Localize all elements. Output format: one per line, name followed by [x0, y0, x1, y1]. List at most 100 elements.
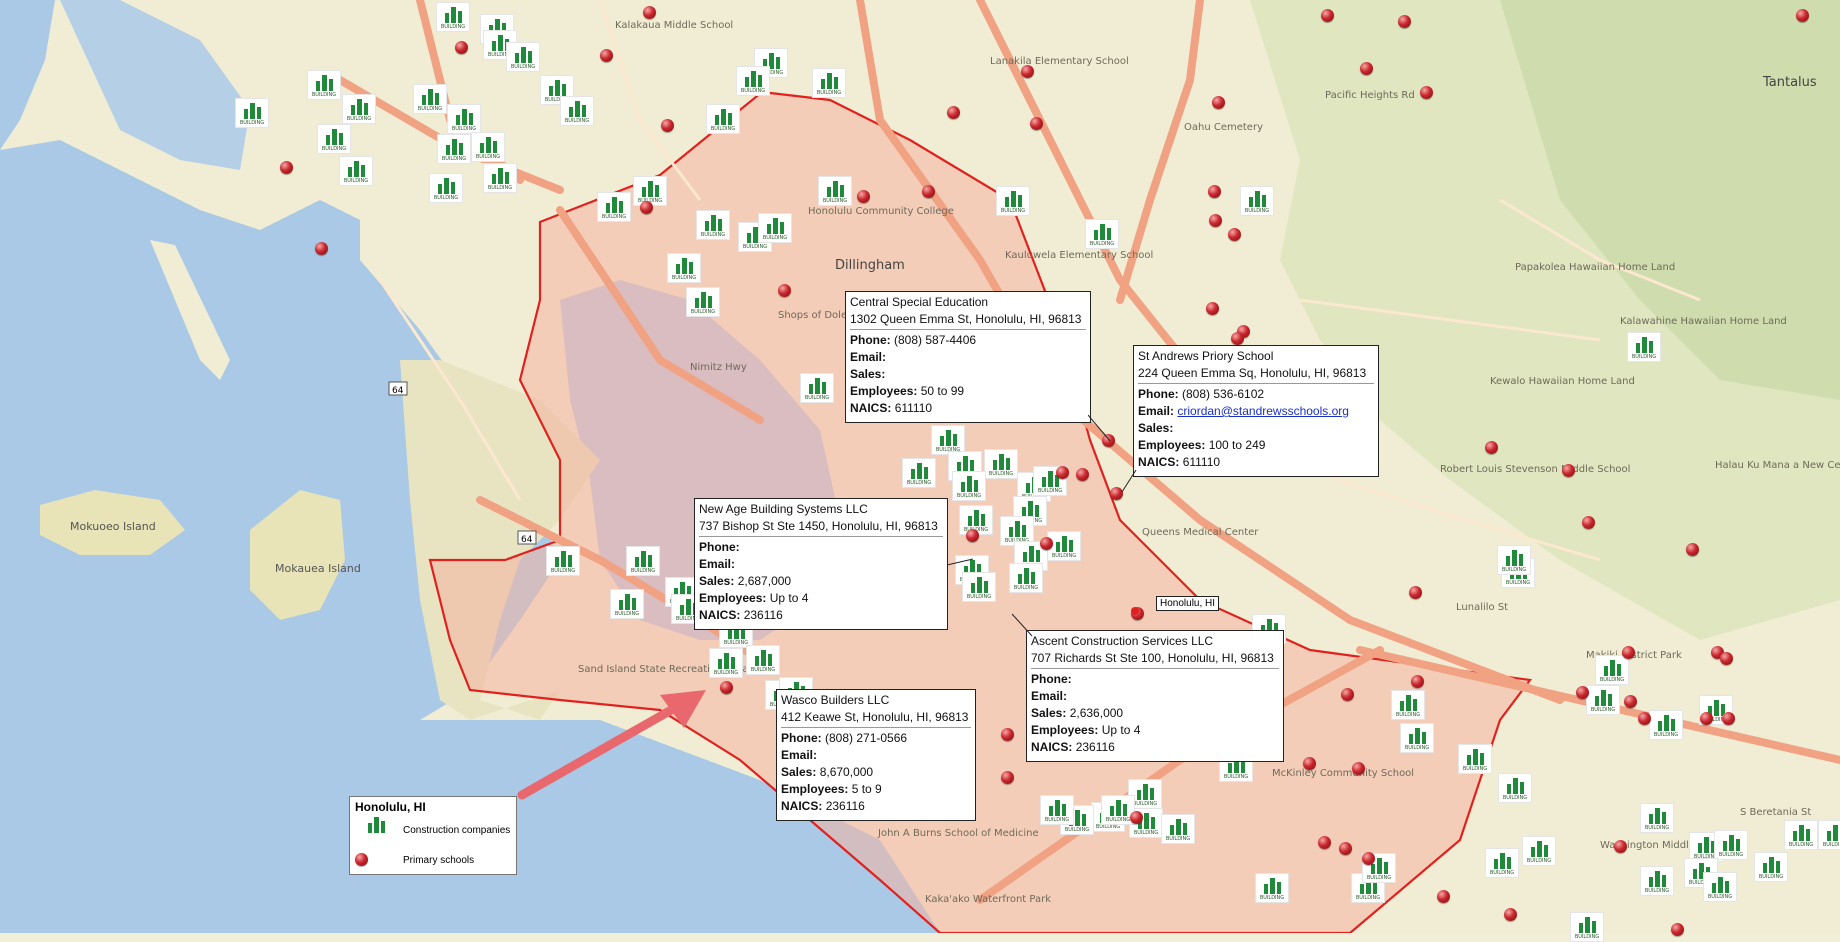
school-pin-icon[interactable]	[1437, 890, 1450, 903]
building-icon[interactable]: BUILDING	[1818, 820, 1840, 850]
building-icon[interactable]: BUILDING	[952, 471, 986, 501]
school-pin-icon[interactable]	[1409, 586, 1422, 599]
school-pin-icon[interactable]	[1231, 332, 1244, 345]
school-pin-icon[interactable]	[1411, 675, 1424, 688]
building-icon[interactable]: BUILDING	[1009, 563, 1043, 593]
school-pin-icon[interactable]	[643, 6, 656, 19]
building-icon[interactable]: BUILDING	[1784, 820, 1818, 850]
school-pin-icon[interactable]	[1339, 842, 1352, 855]
building-icon[interactable]: BUILDING	[339, 156, 373, 186]
school-pin-icon[interactable]	[1001, 771, 1014, 784]
building-icon[interactable]: BUILDING	[1714, 830, 1748, 860]
building-icon[interactable]: BUILDING	[1458, 744, 1492, 774]
building-icon[interactable]: BUILDING	[667, 253, 701, 283]
school-pin-icon[interactable]	[1796, 9, 1809, 22]
building-icon[interactable]: BUILDING	[1485, 848, 1519, 878]
school-pin-icon[interactable]	[1130, 811, 1143, 824]
building-icon[interactable]: BUILDING	[1640, 803, 1674, 833]
callout-st-andrews-priory[interactable]: St Andrews Priory School 224 Queen Emma …	[1133, 345, 1379, 477]
building-icon[interactable]: BUILDING	[1627, 332, 1661, 362]
school-pin-icon[interactable]	[1722, 712, 1735, 725]
school-pin-icon[interactable]	[720, 681, 733, 694]
building-icon[interactable]: BUILDING	[984, 449, 1018, 479]
building-icon[interactable]: BUILDING	[1640, 866, 1674, 896]
school-pin-icon[interactable]	[1001, 728, 1014, 741]
building-icon[interactable]: BUILDING	[342, 94, 376, 124]
building-icon[interactable]: BUILDING	[962, 572, 996, 602]
building-icon[interactable]: BUILDING	[235, 98, 269, 128]
school-pin-icon[interactable]	[778, 284, 791, 297]
school-pin-icon[interactable]	[1686, 543, 1699, 556]
building-icon[interactable]: BUILDING	[709, 648, 743, 678]
school-pin-icon[interactable]	[1624, 695, 1637, 708]
building-icon[interactable]: BUILDING	[818, 176, 852, 206]
building-icon[interactable]: BUILDING	[1085, 219, 1119, 249]
building-icon[interactable]: BUILDING	[706, 104, 740, 134]
school-pin-icon[interactable]	[1622, 646, 1635, 659]
school-pin-icon[interactable]	[1228, 228, 1241, 241]
school-pin-icon[interactable]	[1040, 537, 1053, 550]
building-icon[interactable]: BUILDING	[597, 192, 631, 222]
building-icon[interactable]: BUILDING	[686, 287, 720, 317]
school-pin-icon[interactable]	[1303, 757, 1316, 770]
building-icon[interactable]: BUILDING	[413, 84, 447, 114]
building-icon[interactable]: BUILDING	[812, 68, 846, 98]
callout-central-special-education[interactable]: Central Special Education 1302 Queen Emm…	[845, 291, 1091, 423]
building-icon[interactable]: BUILDING	[560, 96, 594, 126]
building-icon[interactable]: BUILDING	[436, 2, 470, 32]
school-pin-icon[interactable]	[1671, 923, 1684, 936]
callout-wasco-builders[interactable]: Wasco Builders LLC 412 Keawe St, Honolul…	[776, 689, 976, 821]
building-icon[interactable]: BUILDING	[1498, 773, 1532, 803]
email-link[interactable]: criordan@standrewsschools.org	[1177, 404, 1349, 418]
building-icon[interactable]: BUILDING	[1649, 710, 1683, 740]
building-icon[interactable]: BUILDING	[483, 163, 517, 193]
school-pin-icon[interactable]	[1076, 468, 1089, 481]
school-pin-icon[interactable]	[1360, 62, 1373, 75]
building-icon[interactable]: BUILDING	[902, 458, 936, 488]
building-icon[interactable]: BUILDING	[626, 546, 660, 576]
school-pin-icon[interactable]	[1420, 86, 1433, 99]
school-pin-icon[interactable]	[1700, 712, 1713, 725]
building-icon[interactable]: BUILDING	[1595, 655, 1629, 685]
school-pin-icon[interactable]	[280, 161, 293, 174]
callout-ascent-construction[interactable]: Ascent Construction Services LLC 707 Ric…	[1026, 630, 1284, 762]
school-pin-icon[interactable]	[1209, 214, 1222, 227]
school-pin-icon[interactable]	[1352, 762, 1365, 775]
building-icon[interactable]: BUILDING	[758, 213, 792, 243]
building-icon[interactable]: BUILDING	[1391, 690, 1425, 720]
school-pin-icon[interactable]	[1321, 9, 1334, 22]
school-pin-icon[interactable]	[1318, 836, 1331, 849]
building-icon[interactable]: BUILDING	[610, 589, 644, 619]
school-pin-icon[interactable]	[1341, 688, 1354, 701]
school-pin-icon[interactable]	[1504, 908, 1517, 921]
school-pin-icon[interactable]	[1030, 117, 1043, 130]
school-pin-icon[interactable]	[1021, 65, 1034, 78]
callout-new-age-building[interactable]: New Age Building Systems LLC 737 Bishop …	[694, 498, 948, 630]
school-pin-icon[interactable]	[857, 190, 870, 203]
building-icon[interactable]: BUILDING	[1040, 795, 1074, 825]
school-pin-icon[interactable]	[1056, 466, 1069, 479]
school-pin-icon[interactable]	[1212, 96, 1225, 109]
building-icon[interactable]: BUILDING	[1497, 545, 1531, 575]
building-icon[interactable]: BUILDING	[1400, 723, 1434, 753]
school-pin-icon[interactable]	[947, 106, 960, 119]
building-icon[interactable]: BUILDING	[429, 173, 463, 203]
building-icon[interactable]: BUILDING	[471, 132, 505, 162]
building-icon[interactable]: BUILDING	[996, 186, 1030, 216]
building-icon[interactable]: BUILDING	[1522, 836, 1556, 866]
school-pin-icon[interactable]	[455, 41, 468, 54]
building-icon[interactable]: BUILDING	[437, 134, 471, 164]
building-icon[interactable]: BUILDING	[1703, 872, 1737, 902]
school-pin-icon[interactable]	[966, 529, 979, 542]
school-pin-icon[interactable]	[922, 185, 935, 198]
school-pin-icon[interactable]	[1562, 464, 1575, 477]
school-pin-icon[interactable]	[1485, 441, 1498, 454]
building-icon[interactable]: BUILDING	[506, 42, 540, 72]
building-icon[interactable]: BUILDING	[447, 104, 481, 134]
school-pin-icon[interactable]	[1720, 652, 1733, 665]
building-icon[interactable]: BUILDING	[696, 210, 730, 240]
school-pin-icon[interactable]	[1362, 852, 1375, 865]
school-pin-icon[interactable]	[1208, 185, 1221, 198]
building-icon[interactable]: BUILDING	[1570, 912, 1604, 942]
school-pin-icon[interactable]	[1576, 686, 1589, 699]
